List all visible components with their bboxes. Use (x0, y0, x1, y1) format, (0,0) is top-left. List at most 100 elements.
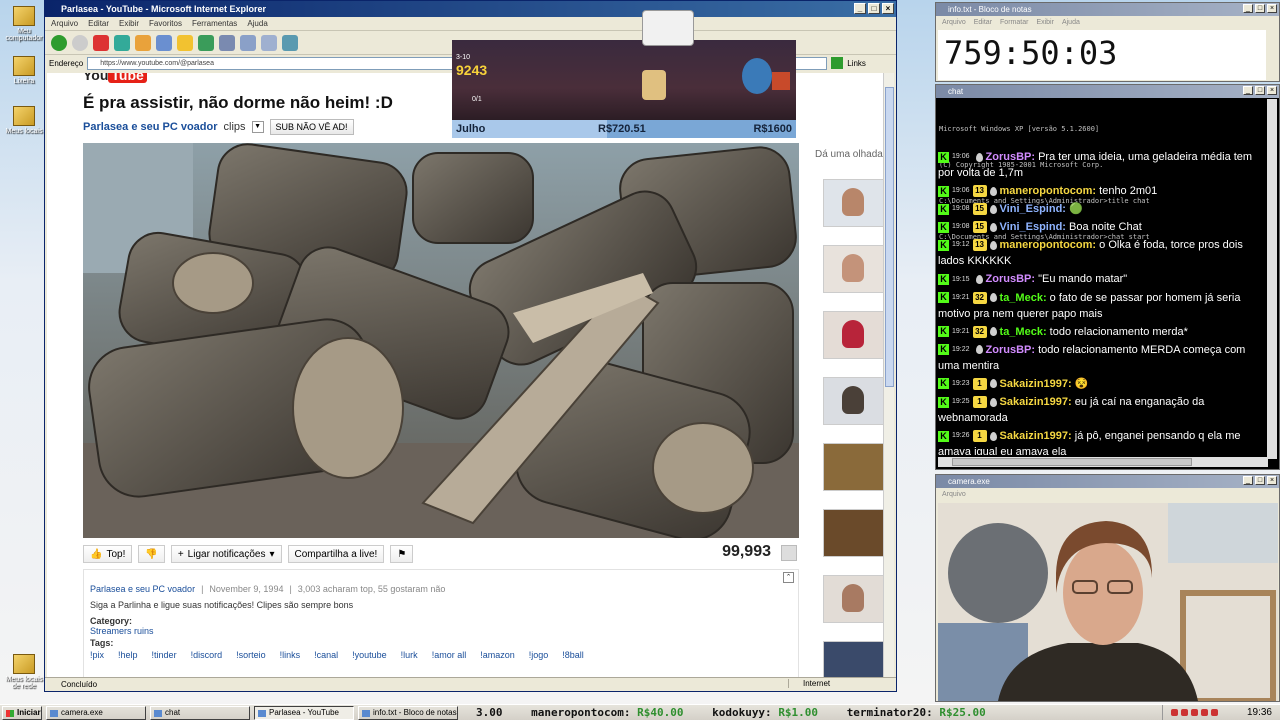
menu-editar[interactable]: Editar (88, 19, 109, 28)
minimize-button[interactable]: _ (854, 3, 866, 14)
chat-username[interactable]: maneropontocom: (1000, 185, 1097, 197)
chat-username[interactable]: Sakaizin1997: (1000, 378, 1072, 390)
stats-icon[interactable] (781, 545, 797, 561)
chat-username[interactable]: Sakaizin1997: (1000, 430, 1072, 442)
tag-link[interactable]: !canal (314, 650, 338, 660)
minimize-button[interactable]: _ (1243, 4, 1253, 13)
category-link[interactable]: Streamers ruins (90, 626, 792, 636)
refresh-icon[interactable] (114, 34, 130, 51)
menu-arquivo[interactable]: Arquivo (942, 19, 966, 26)
menu-favoritos[interactable]: Favoritos (149, 19, 182, 28)
scrollbar-thumb[interactable] (885, 87, 894, 387)
desktop-icon-my-computer[interactable]: Meu computador (4, 6, 44, 42)
camera-titlebar[interactable]: camera.exe _ □ × (936, 475, 1279, 488)
task-notepad[interactable]: info.txt - Bloco de notas (358, 705, 458, 720)
chat-username[interactable]: ZorusBP: (986, 344, 1036, 356)
related-thumbnail[interactable] (823, 443, 883, 491)
tag-link[interactable]: !discord (191, 650, 223, 660)
notepad-text-area[interactable]: 759:50:03 (938, 30, 1266, 80)
back-icon[interactable] (51, 34, 67, 51)
close-button[interactable]: × (1267, 86, 1277, 95)
related-thumbnail[interactable] (823, 245, 883, 293)
tray-icon[interactable] (1201, 709, 1208, 716)
chat-scrollbar[interactable] (1267, 99, 1277, 459)
desktop-icon-recycle[interactable]: Lixeira (4, 56, 44, 85)
chat-username[interactable]: ZorusBP: (986, 151, 1036, 163)
chat-username[interactable]: Sakaizin1997: (1000, 396, 1072, 408)
menu-arquivo[interactable]: Arquivo (942, 491, 966, 498)
flag-button[interactable]: ⚑ (390, 545, 414, 563)
related-thumbnail[interactable] (823, 575, 883, 623)
history-icon[interactable] (198, 34, 214, 51)
menu-exibir[interactable]: Exibir (119, 19, 139, 28)
chat-username[interactable]: maneropontocom: (1000, 239, 1097, 251)
messenger-icon[interactable] (282, 34, 298, 51)
maximize-button[interactable]: □ (1255, 476, 1265, 485)
maximize-button[interactable]: □ (1255, 4, 1265, 13)
tray-icon[interactable] (1181, 709, 1188, 716)
collapse-icon[interactable]: ⌃ (783, 572, 794, 583)
close-button[interactable]: × (1267, 4, 1277, 13)
tag-link[interactable]: !jogo (529, 650, 549, 660)
related-thumbnail[interactable] (823, 641, 883, 677)
start-button[interactable]: Iniciar (2, 705, 42, 720)
links-label[interactable]: Links (847, 59, 866, 68)
chat-username[interactable]: Vini_Espind: (1000, 203, 1066, 215)
print-icon[interactable] (240, 34, 256, 51)
task-camera[interactable]: camera.exe (46, 705, 146, 720)
stop-icon[interactable] (93, 34, 109, 51)
tag-link[interactable]: !youtube (352, 650, 387, 660)
floating-app-icon[interactable] (642, 10, 694, 46)
tag-link[interactable]: !links (280, 650, 301, 660)
tag-link[interactable]: !amor all (432, 650, 467, 660)
tag-link[interactable]: !tinder (152, 650, 177, 660)
volume-icon[interactable] (1211, 709, 1218, 716)
notify-button[interactable]: + Ligar notificações ▾ (170, 545, 282, 563)
tag-link[interactable]: !sorteio (236, 650, 266, 660)
chat-username[interactable]: ta_Meck: (1000, 292, 1047, 304)
tag-link[interactable]: !lurk (401, 650, 418, 660)
page-scrollbar[interactable] (883, 73, 894, 677)
browser-titlebar[interactable]: Parlasea - YouTube - Microsoft Internet … (45, 1, 896, 17)
related-thumbnail[interactable] (823, 509, 883, 557)
related-thumbnail[interactable] (823, 311, 883, 359)
chat-titlebar[interactable]: chat _ □ × (936, 85, 1279, 98)
favorites-icon[interactable] (177, 34, 193, 51)
chat-hscrollbar[interactable] (938, 457, 1268, 467)
minimize-button[interactable]: _ (1243, 476, 1253, 485)
description-channel[interactable]: Parlasea e seu PC voador (90, 584, 195, 594)
chat-username[interactable]: ta_Meck: (1000, 326, 1047, 338)
maximize-button[interactable]: □ (1255, 86, 1265, 95)
menu-ajuda[interactable]: Ajuda (1062, 19, 1080, 26)
tag-link[interactable]: !amazon (480, 650, 515, 660)
youtube-logo[interactable]: You Tube (83, 73, 147, 83)
like-button[interactable]: 👍 Top! (83, 545, 133, 563)
related-thumbnail[interactable] (823, 377, 883, 425)
channel-link[interactable]: Parlasea e seu PC voador (83, 121, 218, 133)
edit-icon[interactable] (261, 34, 277, 51)
subscribe-button[interactable]: SUB NÃO VÊ AD! (269, 119, 354, 135)
mail-icon[interactable] (219, 34, 235, 51)
desktop-icon-places[interactable]: Meus locais (4, 106, 44, 135)
menu-exibir[interactable]: Exibir (1036, 19, 1054, 26)
tray-icon[interactable] (1191, 709, 1198, 716)
tag-link[interactable]: !8ball (562, 650, 584, 660)
tag-link[interactable]: !help (118, 650, 138, 660)
chat-username[interactable]: ZorusBP: (986, 273, 1036, 285)
task-chat[interactable]: chat (150, 705, 250, 720)
share-button[interactable]: Compartilha a live! (287, 545, 385, 563)
close-button[interactable]: × (1267, 476, 1277, 485)
tag-link[interactable]: !pix (90, 650, 104, 660)
menu-arquivo[interactable]: Arquivo (51, 19, 78, 28)
menu-editar[interactable]: Editar (974, 19, 992, 26)
home-icon[interactable] (135, 34, 151, 51)
task-browser[interactable]: Parlasea - YouTube (254, 705, 354, 720)
chat-username[interactable]: Vini_Espind: (1000, 221, 1066, 233)
desktop-icon-network[interactable]: Meus locais de rede (4, 654, 44, 690)
maximize-button[interactable]: □ (868, 3, 880, 14)
forward-icon[interactable] (72, 34, 88, 51)
video-player[interactable] (83, 143, 799, 538)
search-icon[interactable] (156, 34, 172, 51)
related-thumbnail[interactable] (823, 179, 883, 227)
notepad-titlebar[interactable]: info.txt - Bloco de notas _ □ × (936, 3, 1279, 16)
